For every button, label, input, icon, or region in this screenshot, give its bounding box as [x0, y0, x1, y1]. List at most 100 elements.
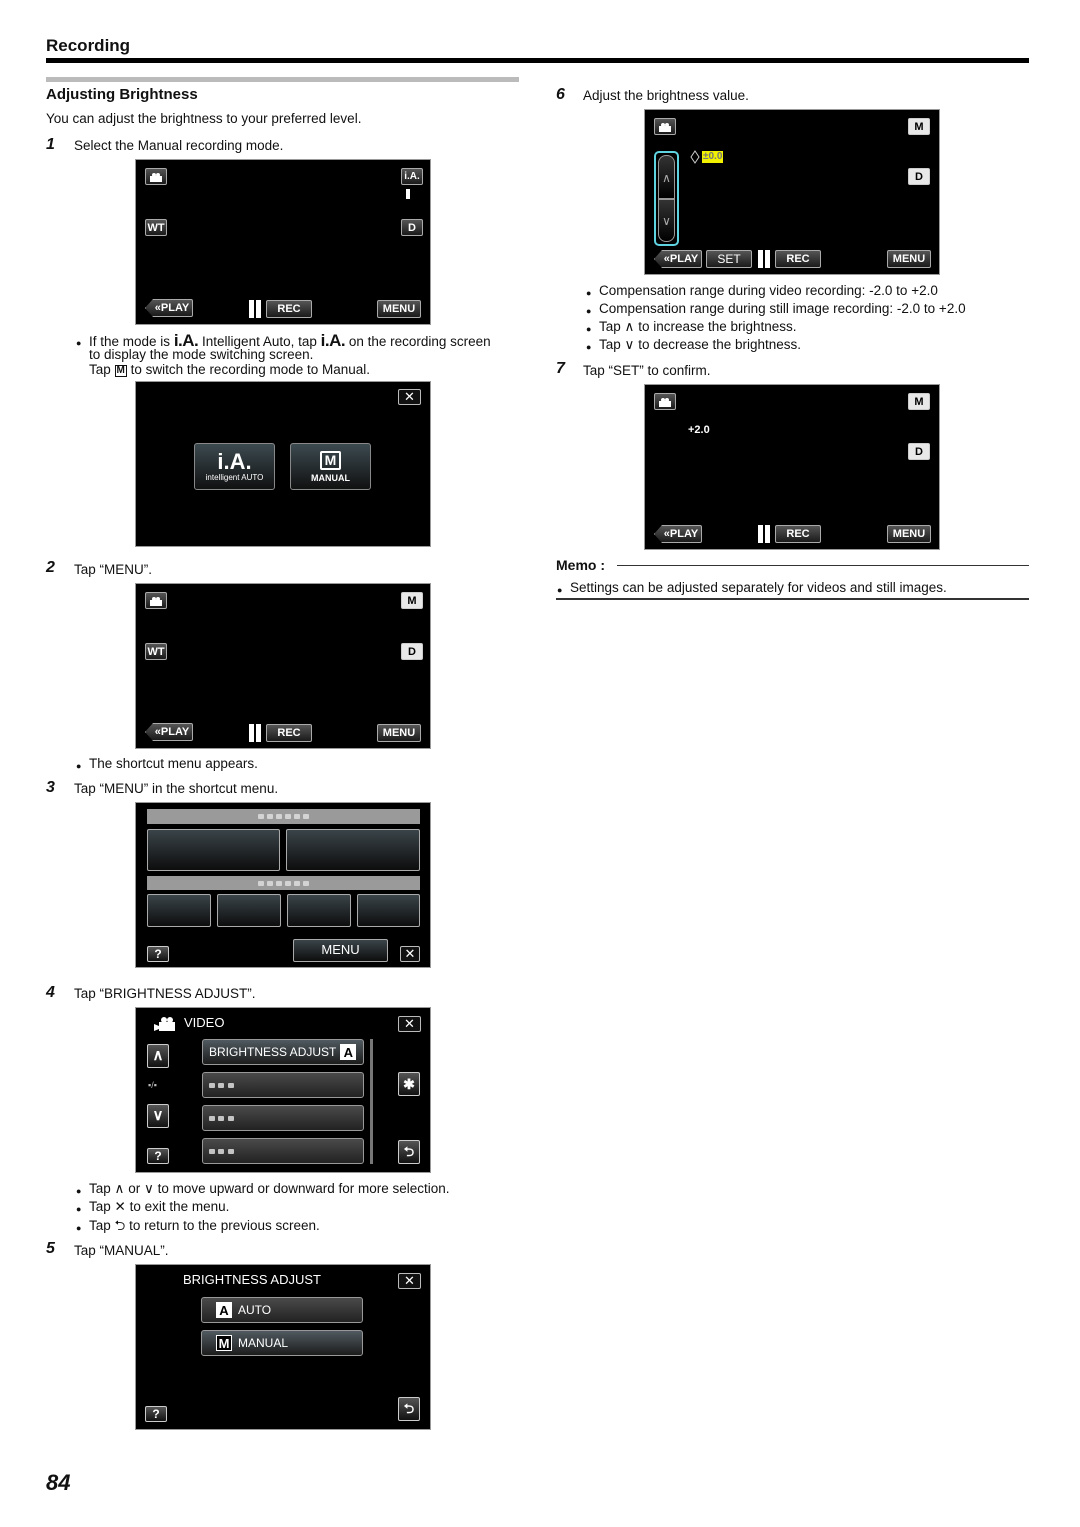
- camera-screen-confirmed: M +2.0 D «PLAY REC MENU: [644, 384, 940, 550]
- settings-gear-icon[interactable]: ✱: [398, 1072, 420, 1096]
- menu-button[interactable]: MENU: [377, 724, 421, 742]
- brightness-value: +2.0: [688, 424, 710, 436]
- intelligent-auto-button[interactable]: i.A. intelligent AUTO: [194, 443, 275, 490]
- step-number: 1: [46, 136, 55, 153]
- menu-item-blurred[interactable]: [202, 1138, 364, 1164]
- manual-mode-button[interactable]: M: [908, 118, 930, 135]
- help-button[interactable]: ?: [147, 1148, 169, 1164]
- step6-note: Compensation range during video recordin…: [586, 283, 938, 301]
- display-button[interactable]: D: [401, 219, 423, 236]
- rec-button[interactable]: REC: [266, 300, 312, 318]
- close-icon[interactable]: ✕: [398, 389, 421, 405]
- display-button[interactable]: D: [401, 643, 423, 660]
- back-icon[interactable]: ⮌: [398, 1397, 420, 1421]
- step4-note: Tap ∧ or ∨ to move upward or downward fo…: [76, 1181, 450, 1199]
- step-text: Tap “BRIGHTNESS ADJUST”.: [74, 986, 256, 1001]
- zoom-wt-button[interactable]: WT: [145, 219, 167, 236]
- display-button[interactable]: D: [908, 168, 930, 185]
- manual-sublabel: MANUAL: [311, 472, 350, 483]
- help-button[interactable]: ?: [147, 946, 169, 962]
- pause-icon: [249, 724, 261, 742]
- shortcut-tile[interactable]: [147, 829, 280, 871]
- option-label: AUTO: [238, 1303, 272, 1317]
- shortcut-tile[interactable]: [286, 829, 420, 871]
- step2-note: The shortcut menu appears.: [76, 756, 258, 774]
- video-mode-icon[interactable]: [145, 592, 167, 609]
- memo-title: Memo :: [556, 557, 605, 573]
- camera-screen-rec-m: M WT D «PLAY REC MENU: [135, 583, 431, 749]
- manual-button[interactable]: M MANUAL: [290, 443, 371, 490]
- camera-screen-rec-ia: i.A. WT D «PLAY REC MENU: [135, 159, 431, 325]
- shortcut-group-header: [147, 809, 420, 824]
- play-button[interactable]: «PLAY: [145, 299, 193, 317]
- ia-label: i.A.: [217, 449, 252, 474]
- shortcut-tile[interactable]: [217, 894, 281, 927]
- step-text: Tap “MENU” in the shortcut menu.: [74, 781, 279, 796]
- manual-badge-icon: M: [216, 1335, 232, 1351]
- step-text: Tap “SET” to confirm.: [583, 363, 711, 378]
- page-heading: Adjusting Brightness: [46, 86, 198, 103]
- step-number: 2: [46, 559, 55, 576]
- step6-note: Tap ∧ to increase the brightness.: [586, 319, 797, 337]
- zoom-wt-button[interactable]: WT: [145, 643, 167, 660]
- page-number: 84: [46, 1470, 71, 1495]
- step-text: Tap “MANUAL”.: [74, 1243, 169, 1258]
- shortcut-tile[interactable]: [357, 894, 420, 927]
- back-icon[interactable]: ⮌: [398, 1140, 420, 1164]
- rec-button[interactable]: REC: [775, 250, 821, 268]
- step-text: Select the Manual recording mode.: [74, 138, 284, 153]
- auto-badge-icon: A: [216, 1302, 232, 1318]
- play-button[interactable]: «PLAY: [654, 250, 702, 268]
- rec-button[interactable]: REC: [266, 724, 312, 742]
- ia-mode-button[interactable]: i.A.: [401, 168, 423, 185]
- step-number: 3: [46, 779, 55, 796]
- auto-option[interactable]: A AUTO: [201, 1297, 363, 1323]
- shortcut-tile[interactable]: [287, 894, 351, 927]
- play-button[interactable]: «PLAY: [145, 723, 193, 741]
- display-button[interactable]: D: [908, 443, 930, 460]
- brightness-value: ±0.0: [702, 151, 724, 163]
- manual-mode-button[interactable]: M: [908, 393, 930, 410]
- video-camera-icon: [154, 1017, 175, 1031]
- memo-bottom-rule: [556, 598, 1029, 600]
- close-icon[interactable]: ✕: [400, 946, 420, 962]
- pause-icon: [758, 250, 770, 268]
- shortcut-tile[interactable]: [147, 894, 211, 927]
- menu-button[interactable]: MENU: [887, 525, 931, 543]
- scroll-up-button[interactable]: ∧: [147, 1044, 169, 1068]
- shortcut-menu-button[interactable]: MENU: [293, 939, 388, 962]
- increase-button[interactable]: ∧: [658, 155, 675, 199]
- video-mode-icon[interactable]: [145, 168, 167, 185]
- close-icon[interactable]: ✕: [398, 1273, 421, 1289]
- rec-button[interactable]: REC: [775, 525, 821, 543]
- brightness-adjust-item[interactable]: BRIGHTNESS ADJUST A: [202, 1039, 364, 1065]
- help-button[interactable]: ?: [145, 1406, 167, 1422]
- step-text: Tap “MENU”.: [74, 562, 153, 577]
- step4-note: Tap ✕ to exit the menu.: [76, 1199, 229, 1217]
- menu-button[interactable]: MENU: [377, 300, 421, 318]
- scene-indicator-icon: [406, 189, 410, 199]
- step4-note: Tap ⮌ to return to the previous screen.: [76, 1218, 320, 1236]
- pause-icon: [249, 300, 261, 318]
- menu-item-blurred[interactable]: [202, 1105, 364, 1131]
- brightness-slider[interactable]: ∧ ∨: [654, 151, 679, 246]
- menu-item-blurred[interactable]: [202, 1072, 364, 1098]
- video-mode-icon[interactable]: [654, 118, 676, 135]
- scroll-down-button[interactable]: ∨: [147, 1104, 169, 1128]
- scrollbar[interactable]: [370, 1039, 373, 1164]
- section-rule: [46, 58, 1029, 63]
- pause-icon: [758, 525, 770, 543]
- manual-mode-button[interactable]: M: [401, 592, 423, 609]
- close-icon[interactable]: ✕: [398, 1016, 421, 1032]
- decrease-button[interactable]: ∨: [658, 199, 675, 242]
- section-title: Recording: [46, 36, 131, 55]
- set-button[interactable]: SET: [706, 250, 752, 268]
- page-indicator: ▪/▪: [148, 1080, 157, 1090]
- camera-screen-mode-select: ✕ i.A. intelligent AUTO M MANUAL: [135, 381, 431, 547]
- menu-button[interactable]: MENU: [887, 250, 931, 268]
- camera-screen-brightness-menu: BRIGHTNESS ADJUST ✕ A AUTO M MANUAL ? ⮌: [135, 1264, 431, 1430]
- manual-option[interactable]: M MANUAL: [201, 1330, 363, 1356]
- video-mode-icon[interactable]: [654, 393, 676, 410]
- play-button[interactable]: «PLAY: [654, 525, 702, 543]
- option-label: MANUAL: [238, 1336, 289, 1350]
